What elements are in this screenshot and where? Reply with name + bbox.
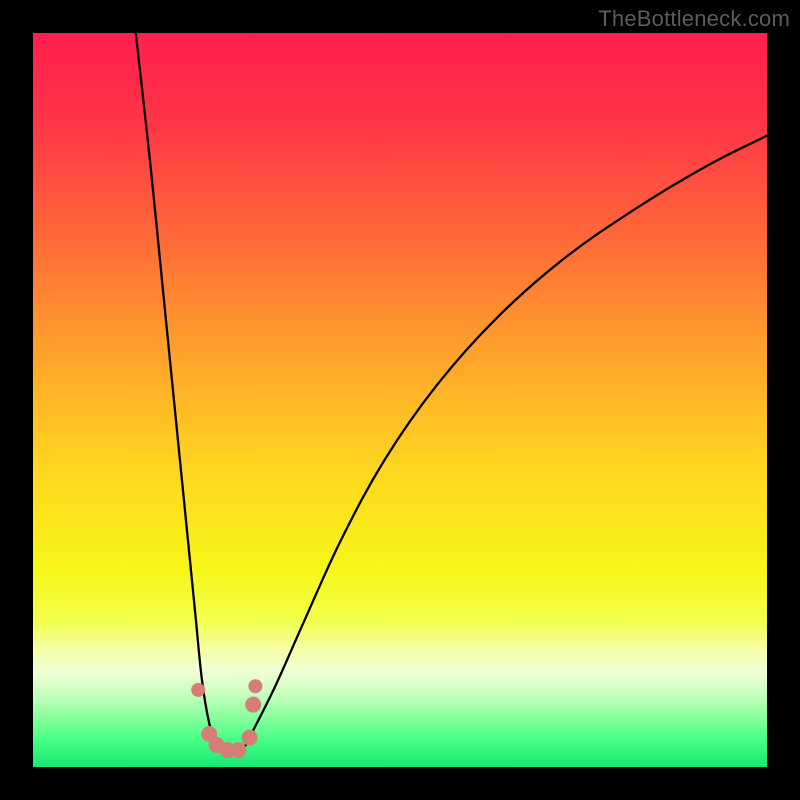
marker-point	[248, 679, 262, 693]
marker-point	[242, 730, 258, 746]
marker-point	[231, 742, 247, 758]
bottleneck-curve	[33, 33, 767, 767]
marker-point	[191, 683, 205, 697]
watermark-text: TheBottleneck.com	[598, 6, 790, 32]
marker-point	[245, 697, 261, 713]
plot-area	[33, 33, 767, 767]
curve-path	[136, 33, 767, 753]
chart-frame: TheBottleneck.com	[0, 0, 800, 800]
scatter-markers	[191, 679, 262, 758]
